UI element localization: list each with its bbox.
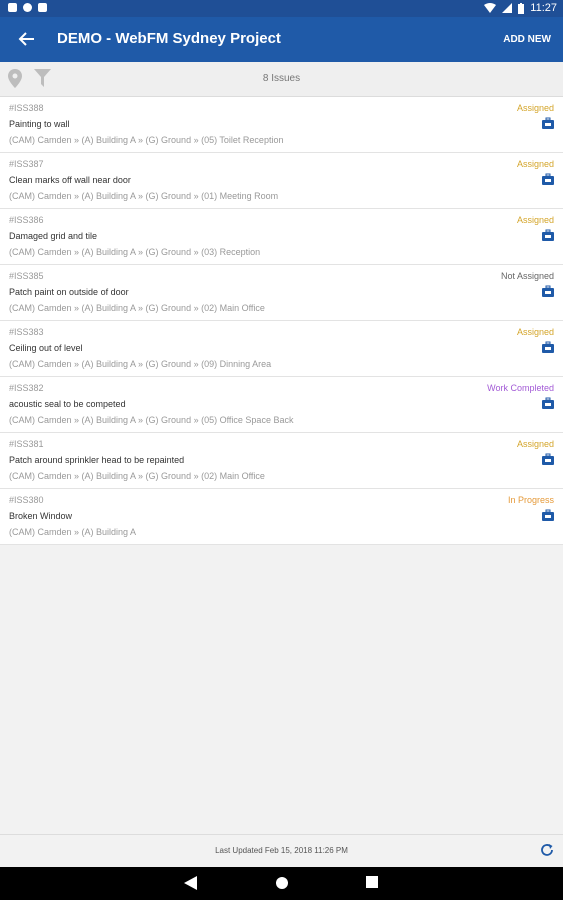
issue-id: #ISS381 (9, 439, 44, 449)
issue-row[interactable]: #ISS380 Broken Window (CAM) Camden » (A)… (0, 489, 563, 545)
system-nav-bar (0, 867, 563, 900)
issue-status: Assigned (516, 103, 554, 113)
briefcase-icon (542, 117, 554, 129)
filter-toolbar: 8 Issues (0, 62, 563, 97)
issue-id: #ISS387 (9, 159, 44, 169)
briefcase-icon (542, 397, 554, 409)
app-bar: DEMO - WebFM Sydney Project ADD NEW (0, 17, 563, 62)
issue-id: #ISS388 (9, 103, 44, 113)
issue-location: (CAM) Camden » (A) Building A » (G) Grou… (9, 359, 272, 369)
last-updated: Last Updated Feb 15, 2018 11:26 PM (215, 846, 348, 855)
refresh-icon[interactable] (540, 843, 554, 862)
issue-list: #ISS388 Painting to wall (CAM) Camden » … (0, 97, 563, 545)
issue-status: Assigned (516, 327, 554, 337)
issue-row[interactable]: #ISS388 Painting to wall (CAM) Camden » … (0, 97, 563, 153)
issue-description: Patch around sprinkler head to be repain… (9, 455, 185, 465)
issue-row[interactable]: #ISS386 Damaged grid and tile (CAM) Camd… (0, 209, 563, 265)
notification-icon (23, 3, 32, 12)
issue-id: #ISS383 (9, 327, 44, 337)
issue-count: 8 Issues (262, 73, 301, 84)
briefcase-icon (542, 509, 554, 521)
notification-icon (38, 3, 47, 12)
issue-location: (CAM) Camden » (A) Building A » (G) Grou… (9, 415, 294, 425)
status-bar: 11:27 (0, 0, 563, 17)
issue-description: acoustic seal to be competed (9, 399, 126, 409)
issue-description: Patch paint on outside of door (9, 287, 129, 297)
battery-icon (518, 2, 525, 14)
issue-row[interactable]: #ISS381 Patch around sprinkler head to b… (0, 433, 563, 489)
issue-location: (CAM) Camden » (A) Building A (9, 527, 137, 537)
notification-icon (8, 3, 17, 12)
back-arrow-icon[interactable] (16, 28, 38, 50)
issue-location: (CAM) Camden » (A) Building A » (G) Grou… (9, 471, 265, 481)
issue-location: (CAM) Camden » (A) Building A » (G) Grou… (9, 191, 279, 201)
briefcase-icon (542, 173, 554, 185)
issue-row[interactable]: #ISS387 Clean marks off wall near door (… (0, 153, 563, 209)
issue-location: (CAM) Camden » (A) Building A » (G) Grou… (9, 303, 265, 313)
issue-location: (CAM) Camden » (A) Building A » (G) Grou… (9, 135, 284, 145)
issue-id: #ISS386 (9, 215, 44, 225)
nav-home-icon[interactable] (275, 876, 289, 890)
issue-row[interactable]: #ISS385 Patch paint on outside of door (… (0, 265, 563, 321)
issue-status: Assigned (516, 439, 554, 449)
footer-bar: Last Updated Feb 15, 2018 11:26 PM (0, 834, 563, 868)
issue-id: #ISS382 (9, 383, 44, 393)
nav-recents-icon[interactable] (366, 876, 378, 888)
add-new-button[interactable]: ADD NEW (503, 34, 551, 45)
wifi-icon (484, 3, 497, 13)
issue-status: Assigned (516, 159, 554, 169)
page-title: DEMO - WebFM Sydney Project (57, 30, 281, 47)
issue-row[interactable]: #ISS382 acoustic seal to be competed (CA… (0, 377, 563, 433)
briefcase-icon (542, 341, 554, 353)
briefcase-icon (542, 453, 554, 465)
issue-location: (CAM) Camden » (A) Building A » (G) Grou… (9, 247, 261, 257)
issue-description: Clean marks off wall near door (9, 175, 131, 185)
issue-status: In Progress (507, 495, 554, 505)
issue-description: Damaged grid and tile (9, 231, 98, 241)
signal-icon (502, 3, 513, 13)
status-time: 11:27 (530, 2, 557, 14)
issue-id: #ISS385 (9, 271, 44, 281)
notification-icons (8, 3, 47, 12)
issue-status: Work Completed (487, 383, 554, 393)
issue-description: Broken Window (9, 511, 73, 521)
issue-status: Assigned (516, 215, 554, 225)
nav-back-icon[interactable] (184, 876, 197, 890)
issue-row[interactable]: #ISS383 Ceiling out of level (CAM) Camde… (0, 321, 563, 377)
briefcase-icon (542, 229, 554, 241)
issue-status: Not Assigned (500, 271, 554, 281)
issue-description: Ceiling out of level (9, 343, 83, 353)
briefcase-icon (542, 285, 554, 297)
issue-description: Painting to wall (9, 119, 70, 129)
issue-id: #ISS380 (9, 495, 44, 505)
